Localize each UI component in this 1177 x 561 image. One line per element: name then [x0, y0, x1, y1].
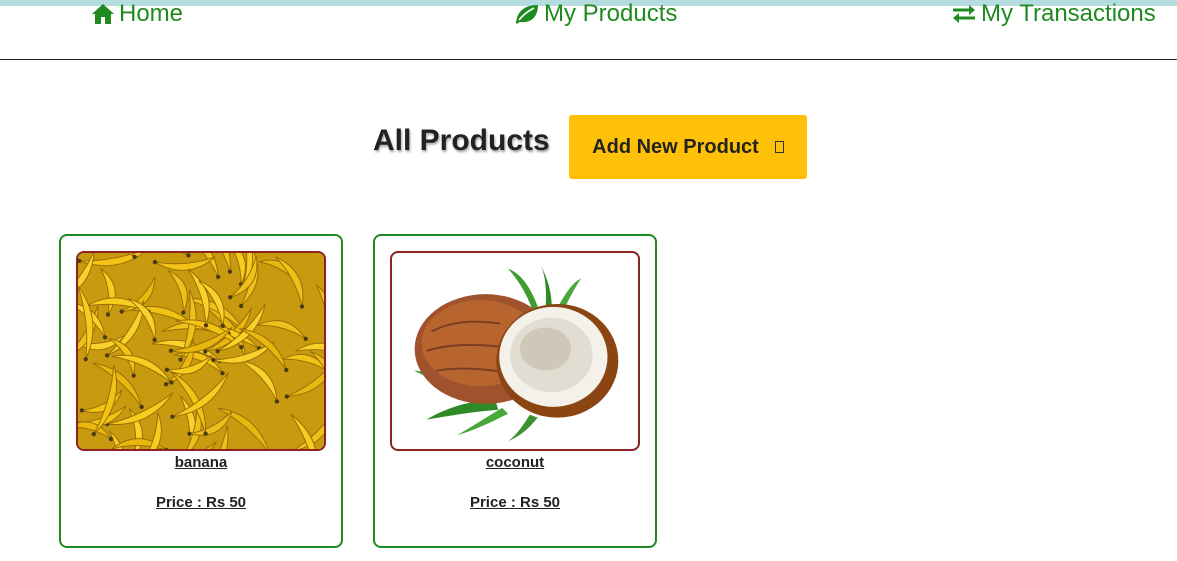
product-price: Price : Rs 50: [469, 494, 561, 511]
nav-home-label: Home: [119, 0, 184, 27]
nav-my-transactions-link[interactable]: My Transactions: [951, 0, 1156, 28]
home-icon: [91, 3, 115, 25]
leaf-icon: [514, 3, 540, 25]
missing-glyph-icon: [774, 141, 784, 153]
add-new-product-label: Add New Product: [592, 135, 759, 158]
nav-my-products-link[interactable]: My Products: [514, 0, 677, 28]
exchange-icon: [951, 3, 977, 25]
page-title: All Products: [373, 124, 550, 157]
navbar: Home My Products My Transactions: [0, 0, 1177, 60]
product-card: banana Price : Rs 50: [59, 234, 343, 548]
product-price: Price : Rs 50: [155, 494, 247, 511]
product-name[interactable]: coconut: [375, 454, 655, 471]
product-card: coconut Price : Rs 50: [373, 234, 657, 548]
add-new-product-button[interactable]: Add New Product: [569, 115, 807, 179]
banana-image: [76, 251, 326, 451]
coconut-image: [390, 251, 640, 451]
nav-my-transactions-label: My Transactions: [981, 0, 1156, 27]
nav-my-products-label: My Products: [544, 0, 678, 27]
nav-home-link[interactable]: Home: [91, 0, 183, 28]
product-name[interactable]: banana: [61, 454, 341, 471]
